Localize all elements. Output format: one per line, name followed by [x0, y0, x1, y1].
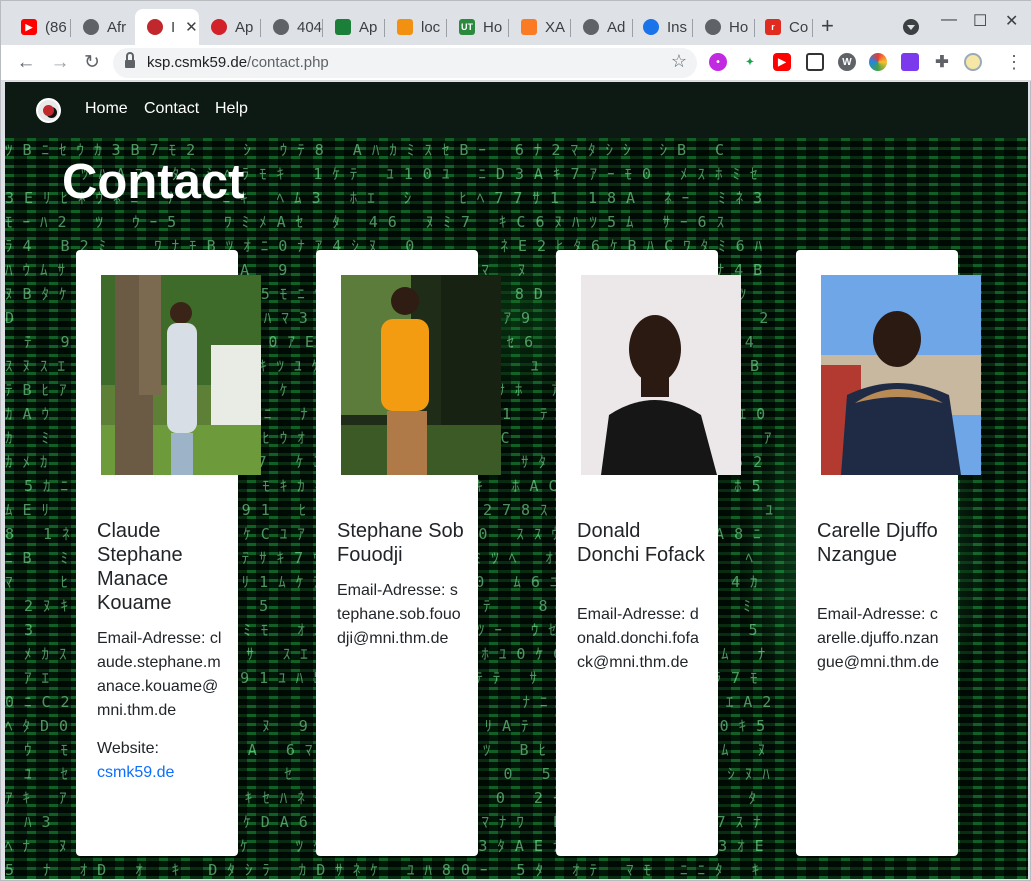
tab-label: loc — [421, 18, 441, 36]
globe-icon — [273, 19, 289, 35]
url-text[interactable]: ksp.csmk59.de/contact.php — [147, 54, 329, 71]
back-icon[interactable]: ← — [13, 50, 39, 76]
globe-icon — [83, 19, 99, 35]
contact-email: Email-Adresse: donald.donchi.fofack@mni.… — [577, 606, 699, 671]
nav-contact-link[interactable]: Contact — [144, 100, 199, 118]
tab-label: Ad — [607, 18, 626, 36]
profile-avatar-icon[interactable] — [964, 53, 982, 71]
tab-label: Co — [789, 18, 809, 36]
contact-photo — [821, 275, 981, 475]
apache-icon — [335, 19, 351, 35]
tab-label: XA — [545, 18, 566, 36]
close-tab-icon[interactable]: ✕ — [185, 18, 198, 36]
website-link[interactable]: csmk59.de — [97, 761, 222, 785]
new-tab-button[interactable]: + — [821, 13, 834, 39]
extension-w-icon[interactable]: W — [838, 53, 856, 71]
tab-apache-1[interactable]: Ap — [199, 9, 261, 45]
tab-label: Ho — [729, 18, 749, 36]
tab-co[interactable]: r Co — [753, 9, 813, 45]
site-logo-icon[interactable] — [36, 98, 61, 123]
reload-icon[interactable]: ↻ — [79, 50, 105, 76]
phpmyadmin-icon — [397, 19, 413, 35]
tab-ut[interactable]: UT Ho — [447, 9, 509, 45]
contact-card-carelle: Carelle Djuffo Nzangue Email-Adresse: ca… — [796, 250, 981, 856]
tab-ad[interactable]: Ad — [571, 9, 633, 45]
r-icon: r — [765, 19, 781, 35]
tab-search-icon[interactable] — [903, 19, 919, 35]
globe-icon — [583, 19, 599, 35]
tab-phpmyadmin[interactable]: loc — [385, 9, 447, 45]
nav-home-link[interactable]: Home — [85, 100, 128, 118]
page-title: Contact — [62, 155, 245, 209]
contact-email: Email-Adresse: carelle.djuffo.nzangue@mn… — [817, 606, 940, 671]
tab-404[interactable]: 404 — [261, 9, 323, 45]
extension-youtube-icon[interactable]: ▶ — [773, 53, 791, 71]
tab-label: Ap — [235, 18, 254, 36]
extension-bucket-icon[interactable] — [901, 53, 919, 71]
maximize-icon[interactable]: ☐ — [973, 11, 987, 31]
tab-ins[interactable]: Ins — [631, 9, 693, 45]
forward-icon[interactable]: → — [47, 50, 73, 76]
tab-label: Ho — [483, 18, 503, 36]
tab-label: Ins — [667, 18, 688, 36]
tab-afr[interactable]: Afr — [71, 9, 133, 45]
url-path: /contact.php — [247, 54, 329, 71]
website-label: Website: — [97, 740, 159, 757]
contact-photo — [341, 275, 501, 475]
picture-in-picture-icon[interactable] — [806, 53, 824, 71]
browser-window: ▶ (86 Afr I ✕ Ap 404 Ap loc UT Ho XA Ad … — [0, 0, 1031, 881]
youtube-icon: ▶ — [21, 19, 37, 35]
tab-label: Afr — [107, 18, 127, 36]
tab-contact-active[interactable]: I ✕ — [135, 9, 199, 45]
tab-ho[interactable]: Ho — [693, 9, 755, 45]
extension-plant-icon[interactable]: ✦ — [741, 53, 759, 71]
lock-icon — [125, 52, 135, 68]
contact-card-donald: Donald Donchi Fofack Email-Adresse: dona… — [556, 250, 741, 856]
bookmark-star-icon[interactable]: ☆ — [671, 51, 687, 72]
site-logo-icon — [147, 19, 163, 35]
tab-strip: ▶ (86 Afr I ✕ Ap 404 Ap loc UT Ho XA Ad … — [1, 1, 1031, 45]
url-domain: ksp.csmk59.de — [147, 54, 248, 71]
contact-card-claude: Claude Stephane Manace Kouame Email-Adre… — [76, 250, 261, 856]
tab-xampp[interactable]: XA — [509, 9, 571, 45]
tab-youtube[interactable]: ▶ (86 — [9, 9, 71, 45]
nav-help-link[interactable]: Help — [215, 100, 248, 118]
globe-icon — [705, 19, 721, 35]
close-window-icon[interactable]: ✕ — [1005, 11, 1018, 31]
extensions-puzzle-icon[interactable]: ✚ — [933, 53, 951, 71]
tab-label: (86 — [45, 18, 67, 36]
contact-name: Claude Stephane Manace Kouame — [97, 520, 183, 614]
extension-purple-icon[interactable]: • — [709, 53, 727, 71]
apache-icon — [211, 19, 227, 35]
extension-color-icon[interactable] — [869, 53, 887, 71]
contact-name: Stephane Sob Fouodji — [337, 520, 464, 566]
xampp-icon — [521, 19, 537, 35]
contact-email: Email-Adresse: stephane.sob.fouodji@mni.… — [337, 582, 461, 647]
contact-name: Carelle Djuffo Nzangue — [817, 520, 938, 566]
browser-menu-icon[interactable]: ⋮ — [1005, 52, 1023, 72]
browser-toolbar: ← → ↻ ksp.csmk59.de/contact.php ☆ • ✦ ▶ … — [1, 45, 1031, 81]
site-navbar: Home Contact Help — [5, 82, 1028, 138]
contact-photo — [581, 275, 741, 475]
minimize-icon[interactable]: — — [941, 11, 957, 29]
contact-name: Donald Donchi Fofack — [577, 520, 705, 566]
contact-photo — [101, 275, 261, 475]
tab-label: 404 — [297, 18, 323, 36]
cloud-icon — [643, 19, 659, 35]
tab-label: Ap — [359, 18, 378, 36]
address-bar[interactable]: ksp.csmk59.de/contact.php ☆ — [113, 48, 697, 78]
ut-icon: UT — [459, 19, 475, 35]
tab-label: I — [171, 18, 176, 36]
tab-apache-2[interactable]: Ap — [323, 9, 385, 45]
page-viewport: ﾂBﾆｾｳｶ3B7ﾓ2 ｼ ｳﾃ8 AﾊｶﾐｽｾBｰ 6ﾅ2ﾏﾀｼｼ ｼB C … — [5, 82, 1028, 879]
contact-card-stephane: Stephane Sob Fouodji Email-Adresse: step… — [316, 250, 501, 856]
contact-email: Email-Adresse: claude.stephane.manace.ko… — [97, 630, 222, 719]
